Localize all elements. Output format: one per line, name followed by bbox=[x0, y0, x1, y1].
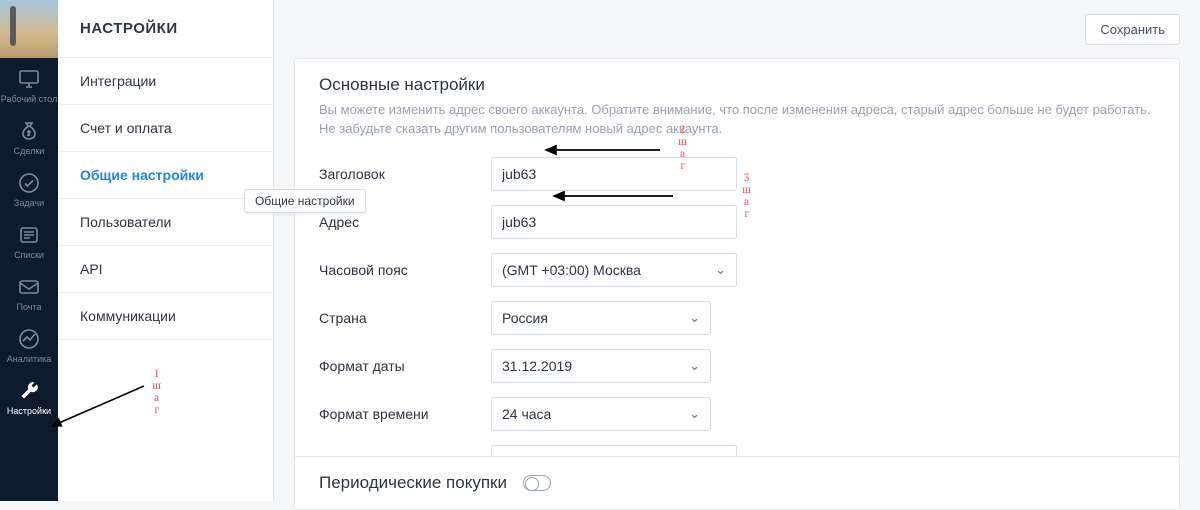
rail-item-dashboard[interactable]: Рабочий стол bbox=[0, 58, 58, 110]
card2-heading: Периодические покупки bbox=[319, 473, 507, 493]
rail-label: Аналитика bbox=[7, 354, 52, 364]
topbar: Сохранить bbox=[274, 0, 1200, 58]
general-settings-card: Основные настройки Вы можете изменить ад… bbox=[294, 58, 1180, 504]
left-rail: Рабочий стол Сделки Задачи Списки Почта … bbox=[0, 0, 58, 501]
row-dateformat: Формат даты 31.12.2019 ⌄ bbox=[319, 349, 1155, 383]
recurring-toggle[interactable] bbox=[523, 475, 551, 491]
input-address[interactable] bbox=[491, 205, 737, 239]
moneybag-icon bbox=[17, 119, 41, 143]
select-timezone-value: (GMT +03:00) Москва bbox=[502, 262, 641, 278]
rail-item-deals[interactable]: Сделки bbox=[0, 110, 58, 162]
row-title: Заголовок bbox=[319, 157, 1155, 191]
desktop-icon bbox=[17, 67, 41, 91]
row-address: Адрес bbox=[319, 205, 1155, 239]
row-timezone: Часовой пояс (GMT +03:00) Москва ⌄ bbox=[319, 253, 1155, 287]
check-circle-icon bbox=[17, 171, 41, 195]
rail-label: Почта bbox=[17, 302, 42, 312]
label-title: Заголовок bbox=[319, 166, 491, 182]
chevron-down-icon: ⌄ bbox=[689, 310, 700, 326]
rail-item-tasks[interactable]: Задачи bbox=[0, 162, 58, 214]
select-country[interactable]: Россия ⌄ bbox=[491, 301, 711, 335]
sidenav-item-general[interactable]: Общие настройки bbox=[58, 152, 273, 199]
annotation-label-1: 1 ш а г bbox=[152, 368, 161, 416]
input-title[interactable] bbox=[491, 157, 737, 191]
rail-label: Настройки bbox=[7, 406, 51, 416]
sidenav-item-communications[interactable]: Коммуникации bbox=[58, 293, 273, 340]
label-timeformat: Формат времени bbox=[319, 406, 491, 422]
card-description: Вы можете изменить адрес своего аккаунта… bbox=[319, 101, 1155, 139]
analytics-icon bbox=[17, 327, 41, 351]
sidenav-title: НАСТРОЙКИ bbox=[58, 0, 273, 58]
sidenav-item-billing[interactable]: Счет и оплата bbox=[58, 105, 273, 152]
select-country-value: Россия bbox=[502, 310, 548, 326]
select-timezone[interactable]: (GMT +03:00) Москва ⌄ bbox=[491, 253, 737, 287]
rail-label: Сделки bbox=[14, 146, 45, 156]
select-timeformat-value: 24 часа bbox=[502, 406, 551, 422]
label-timezone: Часовой пояс bbox=[319, 262, 491, 278]
card-heading: Основные настройки bbox=[319, 75, 1155, 95]
row-country: Страна Россия ⌄ bbox=[319, 301, 1155, 335]
rail-item-analytics[interactable]: Аналитика bbox=[0, 318, 58, 370]
annotation-label-3: 3 ш а г bbox=[742, 172, 751, 220]
settings-sidenav: НАСТРОЙКИ Интеграции Счет и оплата Общие… bbox=[58, 0, 274, 501]
label-dateformat: Формат даты bbox=[319, 358, 491, 374]
avatar[interactable] bbox=[0, 0, 58, 58]
chevron-down-icon: ⌄ bbox=[689, 358, 700, 374]
label-address: Адрес bbox=[319, 214, 491, 230]
rail-item-lists[interactable]: Списки bbox=[0, 214, 58, 266]
sidenav-item-integrations[interactable]: Интеграции bbox=[58, 58, 273, 105]
rail-label: Списки bbox=[14, 250, 44, 260]
wrench-icon bbox=[17, 379, 41, 403]
sidenav-item-users[interactable]: Пользователи bbox=[58, 199, 273, 246]
row-timeformat: Формат времени 24 часа ⌄ bbox=[319, 397, 1155, 431]
select-dateformat[interactable]: 31.12.2019 ⌄ bbox=[491, 349, 711, 383]
annotation-label-2: 2 ш а г bbox=[678, 124, 687, 172]
rail-item-settings[interactable]: Настройки bbox=[0, 370, 58, 422]
save-button[interactable]: Сохранить bbox=[1085, 14, 1180, 45]
chevron-down-icon: ⌄ bbox=[689, 406, 700, 422]
mail-icon bbox=[17, 275, 41, 299]
rail-label: Рабочий стол bbox=[1, 94, 58, 104]
rail-label: Задачи bbox=[14, 198, 44, 208]
select-dateformat-value: 31.12.2019 bbox=[502, 358, 572, 374]
tooltip: Общие настройки bbox=[244, 189, 366, 213]
rail-item-mail[interactable]: Почта bbox=[0, 266, 58, 318]
sidenav-item-api[interactable]: API bbox=[58, 246, 273, 293]
select-timeformat[interactable]: 24 часа ⌄ bbox=[491, 397, 711, 431]
recurring-purchases-card: Периодические покупки bbox=[294, 456, 1180, 510]
list-icon bbox=[17, 223, 41, 247]
label-country: Страна bbox=[319, 310, 491, 326]
chevron-down-icon: ⌄ bbox=[715, 262, 726, 278]
